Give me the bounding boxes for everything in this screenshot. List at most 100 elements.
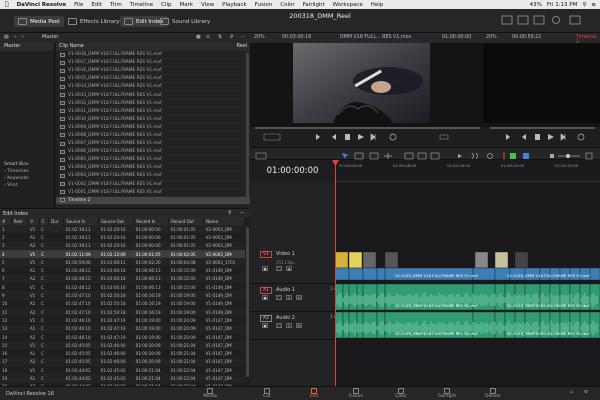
track-tag-v1[interactable]: V1: [260, 251, 272, 258]
loop-icon[interactable]: [389, 133, 397, 141]
next-frame-icon[interactable]: [370, 133, 376, 141]
ei-row[interactable]: 8 V1 C 01:02:48:12 01:03:00:16 01:00:06:13 01:…: [0, 283, 245, 291]
video-clip-thumbnail[interactable]: [348, 251, 363, 269]
ei-column-header[interactable]: Source In: [63, 218, 100, 225]
audio-clip[interactable]: [356, 283, 364, 311]
play-icon[interactable]: [358, 134, 364, 140]
settings-icon[interactable]: ⚙: [584, 390, 588, 395]
dynamic-trim-icon[interactable]: [369, 152, 379, 160]
jog-right-icon[interactable]: [332, 134, 336, 140]
layout-icon[interactable]: [501, 15, 513, 25]
solo-icon[interactable]: S: [286, 323, 292, 328]
playhead-line[interactable]: [335, 160, 336, 386]
ei-row[interactable]: 2 A1 C 01:02:19:11 01:02:20:16 01:00:00:00 01:…: [0, 233, 245, 241]
clip-row[interactable]: V1-0003_DMM V18 FULLFRAME RES V1.mxf: [56, 172, 250, 181]
ei-column-header[interactable]: Record In: [133, 218, 170, 225]
bin-list-toggle-icon[interactable]: ▤: [4, 35, 9, 40]
menu-trim[interactable]: Trim: [110, 2, 122, 8]
auto-select-icon[interactable]: ▢: [276, 295, 282, 300]
clip-row[interactable]: V1-0017_DMM V18 FULLFRAME RES V1.mxf: [56, 59, 250, 68]
ei-row[interactable]: 1 V1 C 01:02:19:11 01:02:20:16 01:00:00:00 01:…: [0, 225, 245, 234]
marker-icon[interactable]: [523, 153, 529, 159]
ei-row[interactable]: 7 A2 C 01:02:48:12 01:03:00:18 01:00:06:13 01:…: [0, 274, 245, 284]
source-zoom[interactable]: 20%: [254, 35, 265, 40]
video-clip-thumbnail[interactable]: [384, 251, 399, 269]
auto-select-icon[interactable]: ▢: [276, 266, 282, 271]
video-clip[interactable]: [335, 267, 350, 281]
media-pool-button[interactable]: Media Pool: [14, 16, 64, 27]
track-header-audio2[interactable]: A2 Audio 2 1.0 ● ▢ S M: [250, 312, 337, 340]
page-media[interactable]: Media: [195, 388, 225, 399]
sound-library-button[interactable]: Sound Library: [160, 16, 210, 27]
stop-icon[interactable]: [345, 134, 350, 140]
zoom-out-icon[interactable]: [550, 154, 554, 158]
edit-index-scrollbar[interactable]: [246, 227, 249, 377]
position-lock-icon[interactable]: [487, 153, 493, 159]
snapping-icon[interactable]: [458, 154, 462, 158]
search-icon[interactable]: ⚲: [582, 2, 586, 8]
ei-column-header[interactable]: Name: [203, 218, 245, 225]
clip-row[interactable]: Timeline 2: [56, 196, 250, 205]
replace-icon[interactable]: [430, 152, 440, 160]
clip-row[interactable]: V1-0018_DMM V18 FULLFRAME RES V1.mxf: [56, 51, 250, 60]
clip-row[interactable]: V1-0006_DMM V18 FULLFRAME RES V1.mxf: [56, 148, 250, 157]
view-list-icon[interactable]: ≡: [206, 35, 210, 40]
sort-icon[interactable]: ⇅: [218, 35, 222, 40]
column-clip-name[interactable]: Clip Name: [59, 44, 237, 50]
clip-list-scrollbar[interactable]: [246, 53, 249, 203]
clip-row[interactable]: V1-0009_DMM V18 FULLFRAME RES V1.mxf: [56, 124, 250, 132]
track-tag-a2[interactable]: A2: [260, 315, 272, 322]
video-clip[interactable]: [376, 267, 386, 281]
lock-icon[interactable]: ●: [262, 323, 268, 328]
ei-row[interactable]: 5 V1 C 01:00:59:00 01:01:00:11 01:00:02:20 01:…: [0, 258, 245, 267]
menu-mark[interactable]: Mark: [180, 2, 194, 8]
apple-icon[interactable]: : [5, 1, 9, 8]
view-thumb-icon[interactable]: ▦: [196, 35, 201, 40]
video-clip-thumbnail[interactable]: [362, 251, 377, 269]
ei-column-header[interactable]: C: [39, 218, 50, 225]
ei-row[interactable]: 18 V1 C 01:02:44:02 01:02:45:02 01:00:21:04 01…: [0, 366, 245, 374]
ei-row[interactable]: 11 A2 C 01:02:47:10 01:02:50:18 01:00:16:19 01…: [0, 307, 245, 317]
ei-column-header[interactable]: #: [0, 218, 12, 225]
program-scrub-bar[interactable]: [490, 127, 595, 129]
smart-bin-shot[interactable]: › Shot: [0, 182, 55, 189]
clip-row[interactable]: V1-0014_DMM V18 FULLFRAME RES V1.mxf: [56, 83, 250, 92]
clip-row[interactable]: V1-0008_DMM V18 FULLFRAME RES V1.mxf: [56, 132, 250, 141]
smart-bin-keywords[interactable]: › Keywords: [0, 175, 55, 182]
source-clip-name[interactable]: DMM V18 FULL... RES V1.mov: [340, 35, 411, 40]
clip-row[interactable]: V1-0004_DMM V18 FULLFRAME RES V1.mxf: [56, 164, 250, 173]
source-scrub-bar[interactable]: [255, 127, 480, 129]
source-viewer-frame[interactable]: [293, 43, 430, 123]
zoom-in-icon[interactable]: [585, 152, 593, 160]
link-icon[interactable]: [471, 152, 478, 160]
home-icon[interactable]: ⌂: [570, 390, 573, 395]
battery-status[interactable]: 43%: [530, 2, 542, 8]
track-tag-a1[interactable]: A1: [260, 287, 272, 294]
source-options-icon[interactable]: [263, 133, 281, 141]
timeline-tracks[interactable]: V1-0149_DMM V18 FULLFRAME RES V1.mxf V1-…: [335, 182, 600, 386]
edit-index-options-icon[interactable]: ⋯: [240, 210, 245, 216]
audio-clip[interactable]: [494, 311, 506, 339]
ei-row[interactable]: 16 A1 C 01:02:45:05 01:02:46:00 01:00:20:09 01…: [0, 349, 245, 357]
inspector-panel-icon[interactable]: [569, 15, 581, 25]
blade-tool-icon[interactable]: [384, 153, 392, 159]
audio-clip[interactable]: [342, 311, 350, 339]
video-clip[interactable]: [348, 267, 364, 281]
ei-row[interactable]: 13 A1 C 01:02:46:10 01:02:47:19 01:00:19:00 01…: [0, 324, 245, 333]
video-clip[interactable]: [589, 267, 600, 281]
clip-row[interactable]: V1-0013_DMM V18 FULLFRAME RES V1.mxf: [56, 91, 250, 100]
clip-row[interactable]: V1-0007_DMM V18 FULLFRAME RES V1.mxf: [56, 140, 250, 149]
ei-row[interactable]: 6 A1 C 01:02:48:12 01:03:00:18 01:00:06:13 01:…: [0, 266, 245, 274]
jog-left-icon[interactable]: [316, 134, 320, 140]
ei-row[interactable]: 9 V1 C 01:02:47:10 01:02:50:18 01:00:16:19 01:…: [0, 291, 245, 300]
lock-icon[interactable]: ●: [262, 295, 268, 300]
video-clip[interactable]: [362, 267, 378, 281]
program-prev-icon[interactable]: [506, 134, 510, 140]
clip-row[interactable]: V1-0016_DMM V18 FULLFRAME RES V1.mxf: [56, 67, 250, 76]
ei-column-header[interactable]: V: [27, 218, 40, 225]
clip-row[interactable]: V1-0015_DMM V18 FULLFRAME RES V1.mxf: [56, 75, 250, 84]
lock-icon[interactable]: ●: [262, 266, 268, 271]
video-clip-thumbnail[interactable]: [474, 251, 489, 269]
clip-row[interactable]: V1-0002_DMM V18 FULLFRAME RES V1.mxf: [56, 181, 250, 189]
program-stop-icon[interactable]: [535, 134, 540, 140]
